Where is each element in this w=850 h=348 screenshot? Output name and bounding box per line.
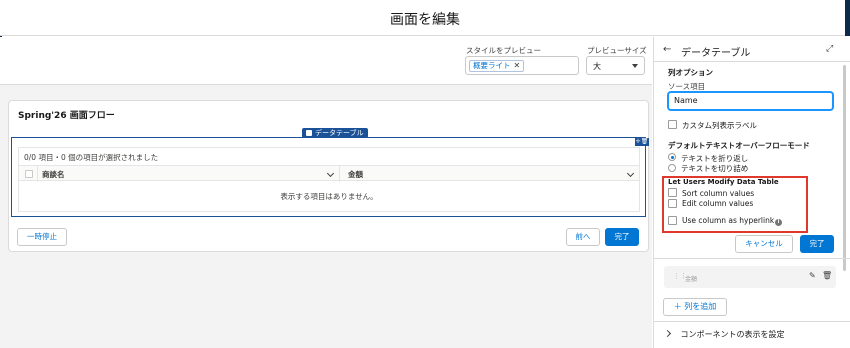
column-divider: [37, 166, 38, 182]
column-item-name: 金額: [685, 276, 698, 283]
properties-panel: ← データテーブル ⤢ 列オプション ソース項目 Name カスタム列表示ラベル…: [653, 37, 850, 348]
delete-icon[interactable]: 🗑: [822, 271, 832, 280]
chevron-down-icon[interactable]: [626, 169, 635, 178]
hyperlink-label: Use column as hyperlink: [682, 216, 775, 225]
cancel-button[interactable]: キャンセル: [735, 235, 793, 253]
panel-header: ← データテーブル ⤢: [654, 37, 850, 62]
sort-column-label: Sort column values: [682, 189, 755, 198]
style-preview-picker[interactable]: 概要ライト ✕: [465, 56, 579, 75]
edit-icon[interactable]: ✎: [809, 271, 816, 280]
finish-button[interactable]: 完了: [605, 228, 639, 246]
preview-size-value: 大: [593, 62, 601, 71]
info-icon[interactable]: i: [775, 219, 782, 226]
style-pill-label: 概要ライト: [473, 61, 511, 70]
modal-title: 画面を編集: [390, 12, 460, 28]
data-table-icon: [306, 130, 312, 136]
style-pill[interactable]: 概要ライト ✕: [469, 60, 525, 72]
column-header-amount[interactable]: 金額: [348, 169, 363, 180]
chevron-down-icon: [632, 64, 638, 68]
column-list-item[interactable]: ⋮⋮ 金額 ✎ 🗑: [664, 266, 836, 288]
previous-button[interactable]: 前へ: [566, 228, 600, 246]
clip-text-radio[interactable]: [668, 164, 676, 172]
panel-scrollbar[interactable]: [843, 65, 846, 271]
section-title: 列オプション: [668, 68, 713, 77]
source-field-value: Name: [674, 96, 698, 105]
panel-title: データテーブル: [681, 48, 751, 59]
plus-icon: ＋: [673, 302, 682, 311]
hyperlink-checkbox[interactable]: [668, 216, 677, 225]
data-table-component[interactable]: ✛🗑 0/0 項目・0 個の項目が選択されました 商談名 金額 表示する項目はあ…: [11, 137, 649, 217]
selection-count: 0/0 項目・0 個の項目が選択されました: [24, 153, 159, 162]
move-delete-icon[interactable]: ✛🗑: [635, 138, 649, 146]
preview-toolbar: スタイルをプレビュー 概要ライト ✕ プレビューサイズ 大: [0, 37, 652, 85]
component-visibility-label: コンポーネントの表示を設定: [680, 330, 785, 339]
preview-size-select[interactable]: 大: [586, 56, 645, 75]
window-frame-right: [845, 0, 850, 36]
wrap-text-radio[interactable]: [668, 153, 676, 161]
custom-label-checkbox[interactable]: [668, 120, 677, 129]
preview-size-label: プレビューサイズ: [587, 46, 647, 55]
screen-canvas: スタイルをプレビュー 概要ライト ✕ プレビューサイズ 大 Spring'26 …: [0, 37, 652, 348]
add-column-button[interactable]: ＋ 列を追加: [663, 298, 727, 316]
modify-table-title: Let Users Modify Data Table: [668, 178, 779, 186]
column-divider: [339, 166, 340, 182]
flow-title: Spring'26 画面フロー: [18, 111, 115, 121]
style-preview-label: スタイルをプレビュー: [466, 46, 541, 55]
modal-header: 画面を編集: [0, 0, 850, 36]
edit-column-label: Edit column values: [682, 199, 754, 208]
data-table: 0/0 項目・0 個の項目が選択されました 商談名 金額 表示する項目はありませ…: [18, 147, 640, 212]
expand-icon[interactable]: ⤢: [826, 44, 833, 54]
divider: [654, 258, 850, 259]
select-all-checkbox[interactable]: [25, 170, 33, 178]
source-field-input[interactable]: Name: [667, 91, 834, 111]
sort-column-checkbox[interactable]: [668, 188, 677, 197]
table-header: 商談名 金額: [19, 165, 639, 182]
column-header-name[interactable]: 商談名: [42, 169, 65, 180]
remove-icon[interactable]: ✕: [514, 61, 521, 71]
overflow-mode-title: デフォルトテキストオーバーフローモード: [668, 141, 810, 150]
flow-screen-card: Spring'26 画面フロー データテーブル ✛🗑 0/0 項目・0 個の項目…: [8, 100, 649, 252]
component-visibility-section[interactable]: コンポーネントの表示を設定: [663, 329, 785, 340]
pause-button[interactable]: 一時停止: [17, 228, 67, 246]
add-column-label: 列を追加: [684, 302, 717, 311]
chevron-down-icon[interactable]: [326, 169, 335, 178]
clip-text-label: テキストを切り詰め: [681, 164, 749, 173]
empty-message: 表示する項目はありません。: [280, 192, 378, 201]
chevron-right-icon: [663, 329, 672, 338]
done-button[interactable]: 完了: [800, 235, 834, 253]
custom-label-text: カスタム列表示ラベル: [682, 121, 757, 130]
back-arrow-icon[interactable]: ←: [663, 44, 671, 55]
divider: [654, 321, 850, 322]
edit-column-checkbox[interactable]: [668, 199, 677, 208]
